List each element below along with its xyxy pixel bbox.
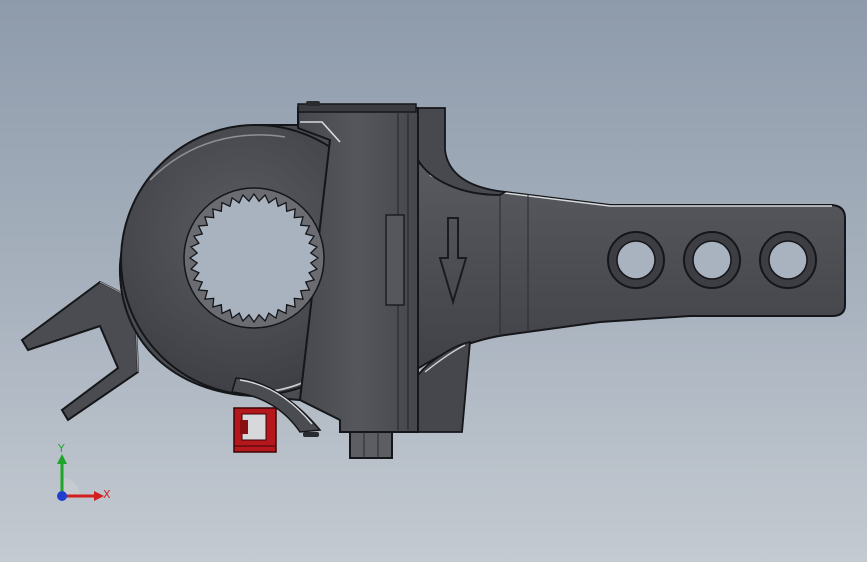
y-axis-label: Y [57,442,65,455]
arm-hole-1[interactable] [607,231,665,289]
graphics-viewport[interactable]: Y X [0,0,867,562]
yoke-fork[interactable] [20,280,140,422]
arm-hole-2[interactable] [683,231,741,289]
slack-adjuster-model[interactable] [0,0,867,562]
y-axis-arrow-icon [57,454,67,464]
splined-bore[interactable] [183,187,325,329]
arm-hole-3[interactable] [759,231,817,289]
red-clip[interactable] [233,407,277,453]
arm-holes [607,231,817,289]
z-axis-dot-icon [57,491,67,501]
adjust-bolt[interactable] [303,431,393,459]
top-cap [306,101,320,106]
x-axis-label: X [103,488,111,501]
reference-triad: Y X [57,442,111,501]
